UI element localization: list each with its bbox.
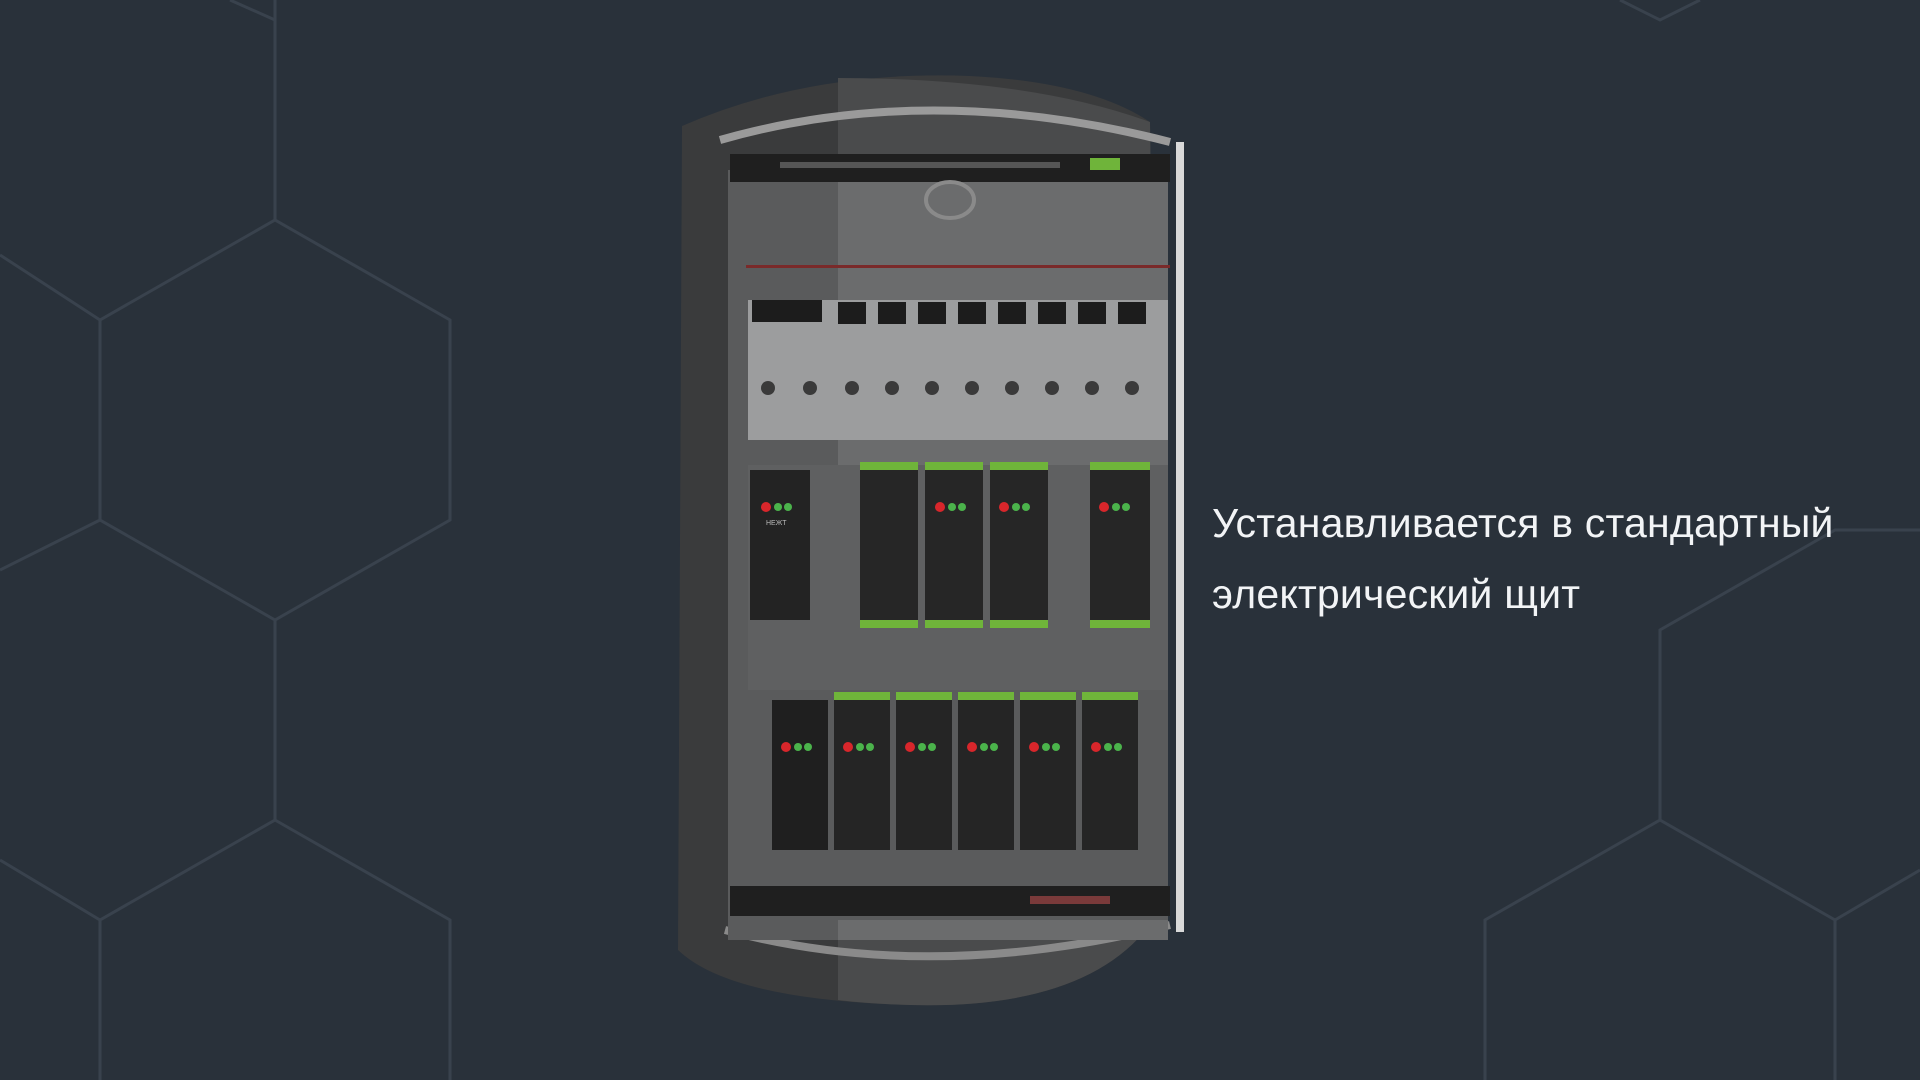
controller-module [1082, 700, 1138, 850]
terminal-block-bottom [1030, 896, 1110, 904]
hexagon-outline [0, 0, 452, 1080]
controller-module [860, 470, 918, 620]
controller-module [772, 700, 828, 850]
caption-line-1: Устанавливается в стандартный [1212, 500, 1834, 546]
controller-module [925, 470, 983, 620]
wire-red [746, 265, 1170, 268]
caption-line-2: электрический щит [1212, 571, 1581, 617]
terminal-blocks-row-2 [834, 692, 1138, 700]
controller-module [750, 470, 810, 620]
controller-module [834, 700, 890, 850]
controller-module [1090, 470, 1150, 620]
controller-module [958, 700, 1014, 850]
controller-module [990, 470, 1048, 620]
module-label: НЕЖТ [766, 520, 787, 527]
electrical-panel-image: НЕЖТ [678, 75, 1184, 1006]
module-row-1 [750, 470, 1150, 620]
controller-module [1020, 700, 1076, 850]
controller-module [896, 700, 952, 850]
caption-text: Устанавливается в стандартный электричес… [1212, 488, 1892, 630]
cabinet-frame-edge [1176, 142, 1184, 932]
terminal-block-top [1090, 158, 1120, 170]
